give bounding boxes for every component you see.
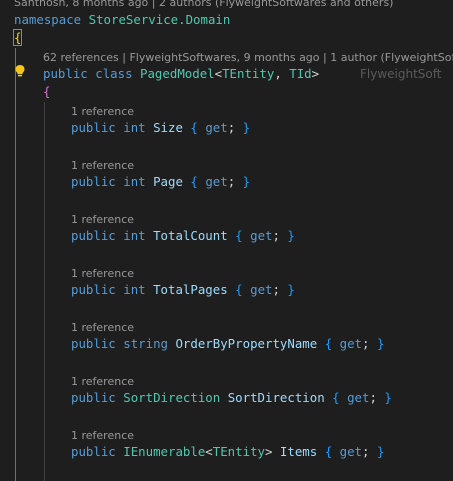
namespace-brace: { [12,29,23,46]
accessor-open-brace: { [190,174,198,189]
accessor-get: get [339,336,363,351]
property-type: SortDirection [123,390,221,405]
codelens-property-references[interactable]: 1 reference [71,104,134,120]
accessor-close-brace: } [376,444,385,459]
property-declaration: public int Page { get; } [71,174,251,189]
accessor-get: get [205,174,228,189]
accessor-close-brace: } [384,390,392,405]
property-name: SortDirection [227,390,325,405]
property-name: TotalPages [153,282,228,297]
property-modifier: public [71,390,116,405]
property-type: int [123,282,146,297]
codelens-class-references[interactable]: 62 references | FlyweightSoftwares, 9 mo… [43,50,453,66]
property-modifier: public [71,174,116,189]
accessor-get: get [205,120,228,135]
property-name: Size [153,120,183,135]
close-angle: > [311,66,320,81]
class-name: PagedModel [140,66,215,81]
property-type: int [123,228,146,243]
close-angle: > [264,444,273,459]
property-name: TotalCount [153,228,228,243]
codelens-property-references[interactable]: 1 reference [71,266,134,282]
accessor-get: get [339,444,363,459]
accessor-close-brace: } [287,228,295,243]
accessor-open-brace: { [332,390,340,405]
accessor-close-brace: } [242,120,251,135]
accessor-get: get [250,228,273,243]
generic-argument: TEntity [212,444,265,459]
accessor-open-brace: { [190,120,198,135]
accessor-get: get [250,282,273,297]
accessor-open-brace: { [235,282,243,297]
property-type: int [123,174,146,189]
property-declaration: public int Size { get; } [71,120,251,135]
codelens-property-references[interactable]: 1 reference [71,158,134,174]
namespace-declaration: namespace StoreService.Domain [14,11,230,29]
property-type: int [123,120,146,135]
namespace-name: StoreService.Domain [88,12,231,27]
accessor-get: get [347,390,370,405]
accessor-open-brace: { [235,228,243,243]
type-param-tentity: TEntity [222,66,275,81]
codelens-file-authors[interactable]: Santhosh, 8 months ago | 2 authors (Flyw… [14,0,393,11]
property-declaration: public SortDirection SortDirection { get… [71,390,392,405]
property-declaration: public int TotalPages { get; } [71,282,295,297]
accessor-close-brace: } [287,282,295,297]
property-modifier: public [71,282,116,297]
class-modifier: public [43,66,88,81]
class-keyword: class [95,66,133,81]
indent-guide-class [44,102,45,481]
codelens-property-references[interactable]: 1 reference [71,374,134,390]
namespace-open-brace: { [12,29,23,47]
class-open-brace: { [43,83,50,101]
property-type: string [123,336,168,351]
namespace-keyword: namespace [14,12,82,27]
accessor-open-brace: { [324,444,333,459]
open-angle: < [205,444,213,459]
property-modifier: public [71,120,116,135]
codelens-property-references[interactable]: 1 reference [71,320,134,336]
open-angle: < [214,66,223,81]
code-editor[interactable]: Santhosh, 8 months ago | 2 authors (Flyw… [0,0,453,481]
property-modifier: public [71,228,116,243]
property-name: OrderByPropertyName [175,336,318,351]
property-declaration: public int TotalCount { get; } [71,228,295,243]
codelens-property-references[interactable]: 1 reference [71,212,134,228]
indent-guide-namespace [15,48,16,481]
property-name: Items [279,444,318,459]
property-type: IEnumerable [123,444,206,459]
type-param-separator: , [274,66,290,81]
lightbulb-icon[interactable] [14,64,26,78]
accessor-close-brace: } [242,174,251,189]
accessor-open-brace: { [324,336,333,351]
inline-blame-hint: FlyweightSoft [360,67,442,81]
class-declaration: public class PagedModel<TEntity, TId> [43,65,319,83]
codelens-property-references[interactable]: 1 reference [71,428,134,444]
accessor-close-brace: } [376,336,385,351]
property-modifier: public [71,336,116,351]
property-modifier: public [71,444,116,459]
class-brace: { [43,84,51,99]
type-param-tid: TId [289,66,312,81]
property-name: Page [153,174,183,189]
property-declaration: public IEnumerable<TEntity> Items { get;… [71,444,385,459]
property-declaration: public string OrderByPropertyName { get;… [71,336,385,351]
